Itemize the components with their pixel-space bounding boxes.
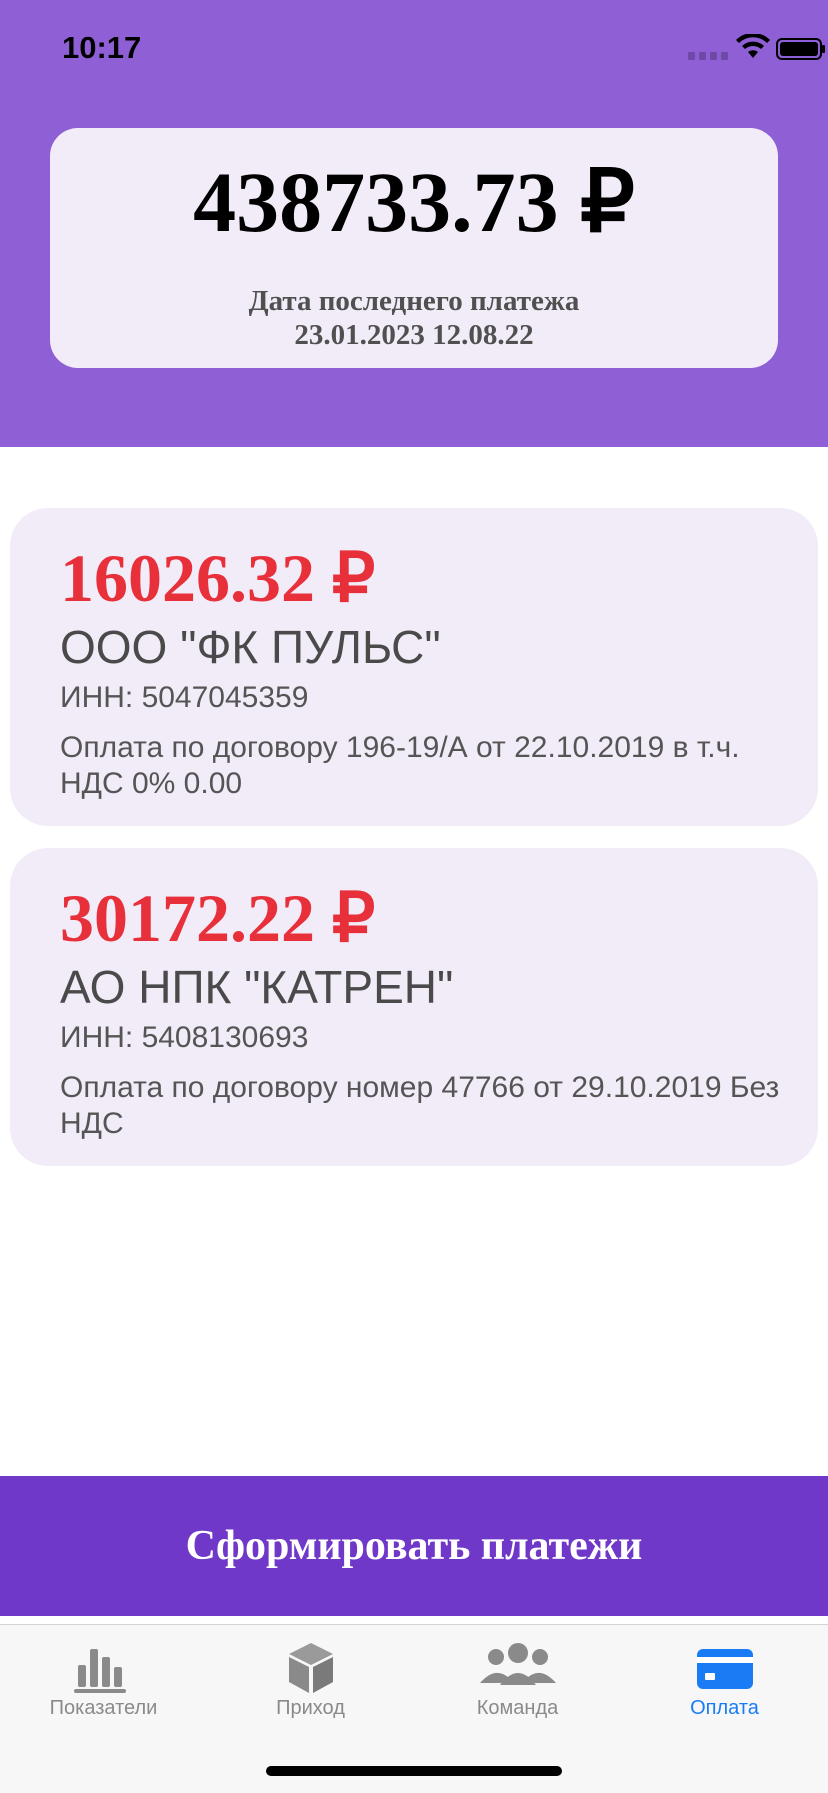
payment-card[interactable]: 16026.32 ₽ ООО "ФК ПУЛЬС" ИНН: 504704535… — [10, 508, 818, 826]
generate-payments-button[interactable]: Сформировать платежи — [0, 1476, 828, 1616]
tab-income[interactable]: Приход — [207, 1625, 414, 1745]
payment-company: АО НПК "КАТРЕН" — [60, 961, 454, 1013]
signal-icon — [688, 52, 728, 60]
battery-icon — [776, 38, 825, 60]
balance-amount: 438733.73 ₽ — [193, 154, 635, 250]
bar-chart-icon — [74, 1649, 126, 1693]
wifi-icon — [736, 34, 770, 58]
tab-label: Показатели — [49, 1697, 158, 1719]
home-indicator — [266, 1766, 562, 1776]
box-icon — [289, 1643, 333, 1693]
payment-purpose: Оплата по договору номер 47766 от 29.10.… — [60, 1071, 780, 1140]
last-payment-date: 23.01.2023 12.08.22 — [294, 319, 534, 351]
last-payment-label: Дата последнего платежа — [248, 285, 580, 317]
payment-amount: 16026.32 ₽ — [60, 540, 376, 616]
tab-payment[interactable]: Оплата — [621, 1625, 828, 1745]
status-bar: 10:17 — [0, 0, 828, 100]
payment-purpose: Оплата по договору 196-19/А от 22.10.201… — [60, 731, 740, 800]
balance-card: 438733.73 ₽ Дата последнего платежа 23.0… — [50, 128, 778, 368]
tab-team[interactable]: Команда — [414, 1625, 621, 1745]
payment-amount: 30172.22 ₽ — [60, 880, 376, 956]
tab-label: Оплата — [690, 1697, 759, 1719]
tab-label: Приход — [276, 1697, 345, 1719]
card-icon — [697, 1649, 753, 1689]
tab-indicators[interactable]: Показатели — [0, 1625, 207, 1745]
payments-list: 16026.32 ₽ ООО "ФК ПУЛЬС" ИНН: 504704535… — [10, 508, 818, 1188]
header: 10:17 438733.73 ₽ Дата последнего платеж… — [0, 0, 828, 447]
team-icon — [480, 1643, 556, 1685]
status-time: 10:17 — [62, 30, 142, 65]
tab-label: Команда — [476, 1697, 559, 1719]
payment-company: ООО "ФК ПУЛЬС" — [60, 621, 441, 673]
payment-card[interactable]: 30172.22 ₽ АО НПК "КАТРЕН" ИНН: 54081306… — [10, 848, 818, 1166]
payment-inn: ИНН: 5408130693 — [60, 1021, 309, 1054]
payment-inn: ИНН: 5047045359 — [60, 681, 309, 714]
